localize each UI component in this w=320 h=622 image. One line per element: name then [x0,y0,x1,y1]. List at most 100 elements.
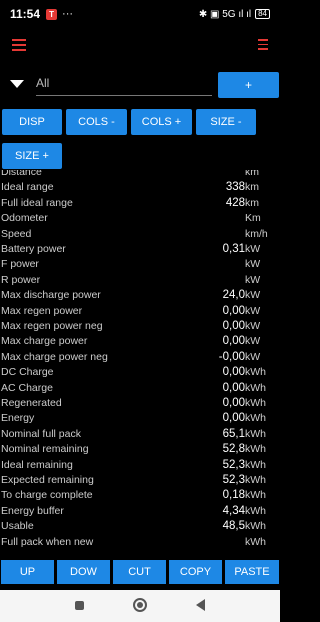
up-button[interactable]: UP [1,560,54,584]
home-icon[interactable] [133,598,147,612]
status-bar: 11:54 T ··· ✱ ▣ 5G ıl ıl 84 [0,0,280,28]
copy-button[interactable]: COPY [169,560,222,584]
row-unit: kWh [245,489,266,502]
row-label: Energy buffer [1,504,64,517]
row-value: 0,00 [222,397,245,409]
row-unit: km [245,170,259,178]
row-value: 0,00 [222,366,245,379]
status-time: 11:54 [10,7,41,21]
filter-input[interactable]: All [36,74,212,96]
row-label: F power [1,258,39,271]
app-notification-icon: T [46,8,58,20]
data-row[interactable]: Max regen power 0,00 kW [0,305,280,321]
row-unit: kWh [245,397,266,409]
data-row[interactable]: Speed km/h [0,228,280,244]
size-plus-button[interactable]: SIZE + [2,143,62,169]
recents-icon[interactable] [75,601,84,610]
data-row[interactable]: Expected remaining 52,3 kWh [0,474,280,490]
data-row[interactable]: To charge complete 0,18 kWh [0,489,280,505]
data-row[interactable]: Ideal remaining 52,3 kWh [0,459,280,475]
row-unit: kW [245,273,261,286]
row-value: 48,5 [222,520,245,533]
battery-icon: 84 [255,9,270,19]
row-label: Nominal remaining [1,443,89,456]
row-unit: kW [245,258,261,271]
row-unit: kWh [245,427,266,440]
overflow-menu-icon[interactable] [258,39,268,51]
row-unit: kWh [245,458,266,471]
paste-button[interactable]: PASTE [225,560,279,584]
row-label: AC Charge [1,381,53,394]
row-unit: kWh [245,443,266,456]
dropdown-arrow-icon[interactable] [10,80,24,88]
data-row[interactable]: Max regen power neg 0,00 kW [0,320,280,336]
data-row[interactable]: F power kW [0,258,280,274]
row-unit: kWh [245,412,266,425]
down-button[interactable]: DOW [57,560,110,584]
row-unit: kW [245,304,261,317]
row-label: Odometer [1,212,48,225]
row-value: 52,8 [222,443,245,456]
row-unit: kW [245,289,261,302]
more-notifications-icon: ··· [62,8,74,20]
row-value: 24,0 [222,289,245,302]
data-row[interactable]: R power kW [0,274,280,290]
data-row[interactable]: DC Charge 0,00 kWh [0,366,280,382]
row-unit: km [245,196,259,209]
data-row[interactable]: Full ideal range 428 km [0,197,280,213]
row-label: R power [1,273,41,286]
system-nav-bar [0,590,280,622]
data-row[interactable]: Max charge power 0,00 kW [0,335,280,351]
data-row[interactable]: Battery power 0,31 kW [0,243,280,259]
data-row[interactable]: Distance km [0,170,280,182]
row-unit: kWh [245,535,266,548]
data-row[interactable]: Odometer Km [0,212,280,228]
filter-row: All + [0,70,280,100]
row-unit: kWh [245,504,266,517]
row-label: To charge complete [1,489,93,502]
row-value: 0,00 [222,335,245,348]
row-value: 0,00 [222,412,245,425]
row-label: Max charge power neg [1,350,108,363]
row-unit: km [245,181,259,194]
data-row[interactable]: Nominal remaining 52,8 kWh [0,443,280,459]
add-button[interactable]: + [218,72,279,98]
data-row[interactable]: Energy 0,00 kWh [0,412,280,428]
cols-plus-button[interactable]: COLS + [131,109,192,135]
row-unit: kW [245,350,261,363]
data-list: Distance km Ideal range 338 km Full ideal ran… [0,170,280,556]
data-row[interactable]: Ideal range 338 km [0,181,280,197]
status-indicators: ✱ ▣ 5G ıl ıl [198,8,252,20]
row-value: 428 [225,196,245,209]
row-unit: kWh [245,520,266,533]
cols-minus-button[interactable]: COLS - [66,109,127,135]
disp-button[interactable]: DISP [2,109,62,135]
back-icon[interactable] [196,599,205,611]
row-label: Usable [1,520,34,533]
row-value: 0,00 [222,320,245,332]
row-value: 52,3 [222,458,245,471]
row-unit: kWh [245,381,266,394]
data-row[interactable]: Max charge power neg -0,00 kW [0,351,280,367]
data-row[interactable]: Regenerated 0,00 kWh [0,397,280,413]
cut-button[interactable]: CUT [113,560,166,584]
row-value: 0,31 [222,243,245,255]
data-row[interactable]: Nominal full pack 65,1 kWh [0,428,280,444]
row-label: Regenerated [1,397,62,409]
data-row[interactable]: Full pack when new kWh [0,536,280,552]
data-row[interactable]: Usable 48,5 kWh [0,520,280,536]
menu-icon[interactable] [12,39,26,51]
data-row[interactable]: Energy buffer 4,34 kWh [0,505,280,521]
status-icons: ✱ ▣ 5G ıl ıl 84 [199,9,270,20]
row-label: Max discharge power [1,289,101,302]
data-row[interactable]: Max discharge power 24,0 kW [0,289,280,305]
data-row[interactable]: AC Charge 0,00 kWh [0,382,280,398]
row-unit: Km [245,212,261,225]
row-label: DC Charge [1,366,54,379]
row-value: -0,00 [218,350,245,363]
row-value: 338 [225,181,245,194]
row-label: Ideal remaining [1,458,73,471]
row-label: Ideal range [1,181,54,194]
size-minus-button[interactable]: SIZE - [196,109,256,135]
row-unit: kW [245,335,261,348]
